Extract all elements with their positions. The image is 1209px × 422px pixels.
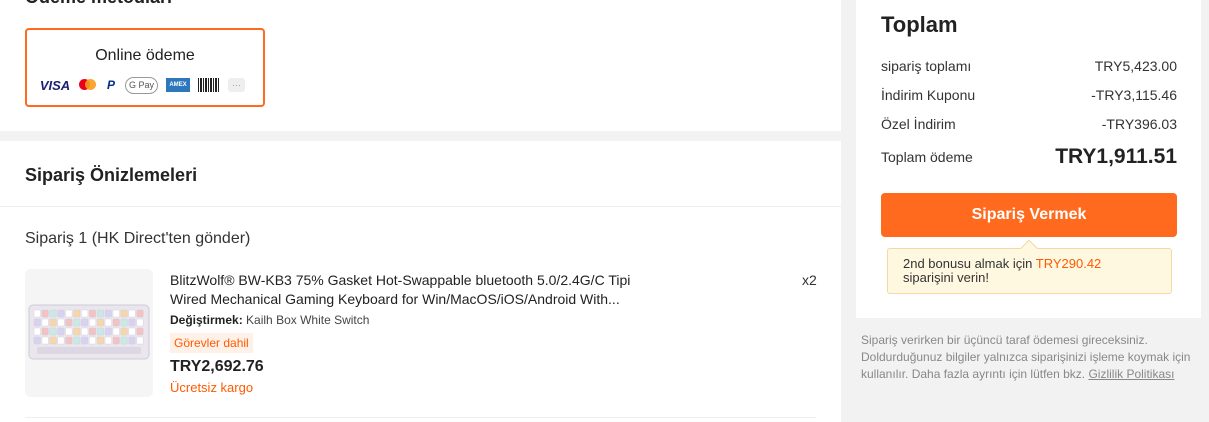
summary-value: -TRY3,115.46 bbox=[1091, 87, 1177, 103]
payment-methods-card: Ödeme metodları Online ödeme VISA P G Pa… bbox=[0, 0, 841, 131]
bonus-prefix: 2nd bonusu almak için bbox=[903, 256, 1033, 271]
amex-icon: AMEX bbox=[166, 78, 190, 92]
product-price: TRY2,692.76 bbox=[170, 358, 264, 375]
more-icon: ··· bbox=[228, 78, 245, 92]
tasks-badge: Görevler dahil bbox=[170, 333, 253, 353]
privacy-policy-link[interactable]: Gizlilik Politikası bbox=[1088, 367, 1174, 381]
bonus-tooltip: 2nd bonusu almak için TRY290.42 siparişi… bbox=[887, 248, 1172, 294]
summary-label: Özel İndirim bbox=[881, 116, 956, 132]
bonus-amount: TRY290.42 bbox=[1035, 256, 1102, 271]
product-title[interactable]: BlitzWolf® BW-KB3 75% Gasket Hot-Swappab… bbox=[170, 271, 670, 309]
total-value: TRY1,911.51 bbox=[1055, 145, 1177, 168]
order-preview-card: Sipariş Önizlemeleri Sipariş 1 (HK Direc… bbox=[0, 141, 841, 422]
online-payment-option[interactable]: Online ödeme VISA P G Pay AMEX ··· bbox=[25, 28, 265, 107]
summary-row-coupon: İndirim Kuponu -TRY3,115.46 bbox=[881, 87, 1177, 103]
keyboard-icon bbox=[28, 304, 150, 360]
order-summary-card: Toplam sipariş toplamı TRY5,423.00 İndir… bbox=[856, 0, 1201, 318]
online-payment-label: Online ödeme bbox=[95, 47, 195, 64]
variant-label: Değiştirmek: bbox=[170, 313, 243, 327]
payment-logos: VISA P G Pay AMEX ··· bbox=[39, 76, 245, 94]
bonus-suffix: siparişini verin! bbox=[903, 270, 989, 285]
payment-disclaimer: Sipariş verirken bir üçüncü taraf ödemes… bbox=[861, 332, 1191, 383]
paypal-icon: P bbox=[106, 78, 115, 92]
summary-row-total: Toplam ödeme TRY1,911.51 bbox=[881, 145, 1177, 169]
place-order-button[interactable]: Sipariş Vermek bbox=[881, 193, 1177, 237]
summary-label: İndirim Kuponu bbox=[881, 87, 976, 103]
order-preview-title: Sipariş Önizlemeleri bbox=[25, 165, 198, 185]
summary-row-subtotal: sipariş toplamı TRY5,423.00 bbox=[881, 58, 1177, 74]
visa-icon: VISA bbox=[39, 77, 71, 93]
summary-label: sipariş toplamı bbox=[881, 58, 972, 74]
google-pay-icon: G Pay bbox=[125, 76, 158, 94]
barcode-icon bbox=[198, 78, 220, 92]
free-shipping-label: Ücretsiz kargo bbox=[170, 380, 254, 395]
summary-value: TRY5,423.00 bbox=[1094, 58, 1177, 74]
order-header: Sipariş 1 (HK Direct'ten gönder) bbox=[25, 230, 251, 247]
product-variant: Değiştirmek: Kailh Box White Switch bbox=[170, 313, 369, 327]
total-label: Toplam ödeme bbox=[881, 149, 973, 165]
divider bbox=[25, 417, 816, 418]
product-quantity: x2 bbox=[802, 272, 817, 288]
summary-value: -TRY396.03 bbox=[1101, 116, 1177, 132]
variant-value: Kailh Box White Switch bbox=[246, 313, 370, 327]
product-image[interactable] bbox=[25, 269, 153, 397]
summary-title: Toplam bbox=[881, 12, 958, 37]
summary-row-special-discount: Özel İndirim -TRY396.03 bbox=[881, 116, 1177, 132]
mastercard-icon bbox=[79, 77, 97, 93]
payment-methods-title: Ödeme metodları bbox=[25, 0, 172, 8]
divider bbox=[0, 206, 841, 207]
